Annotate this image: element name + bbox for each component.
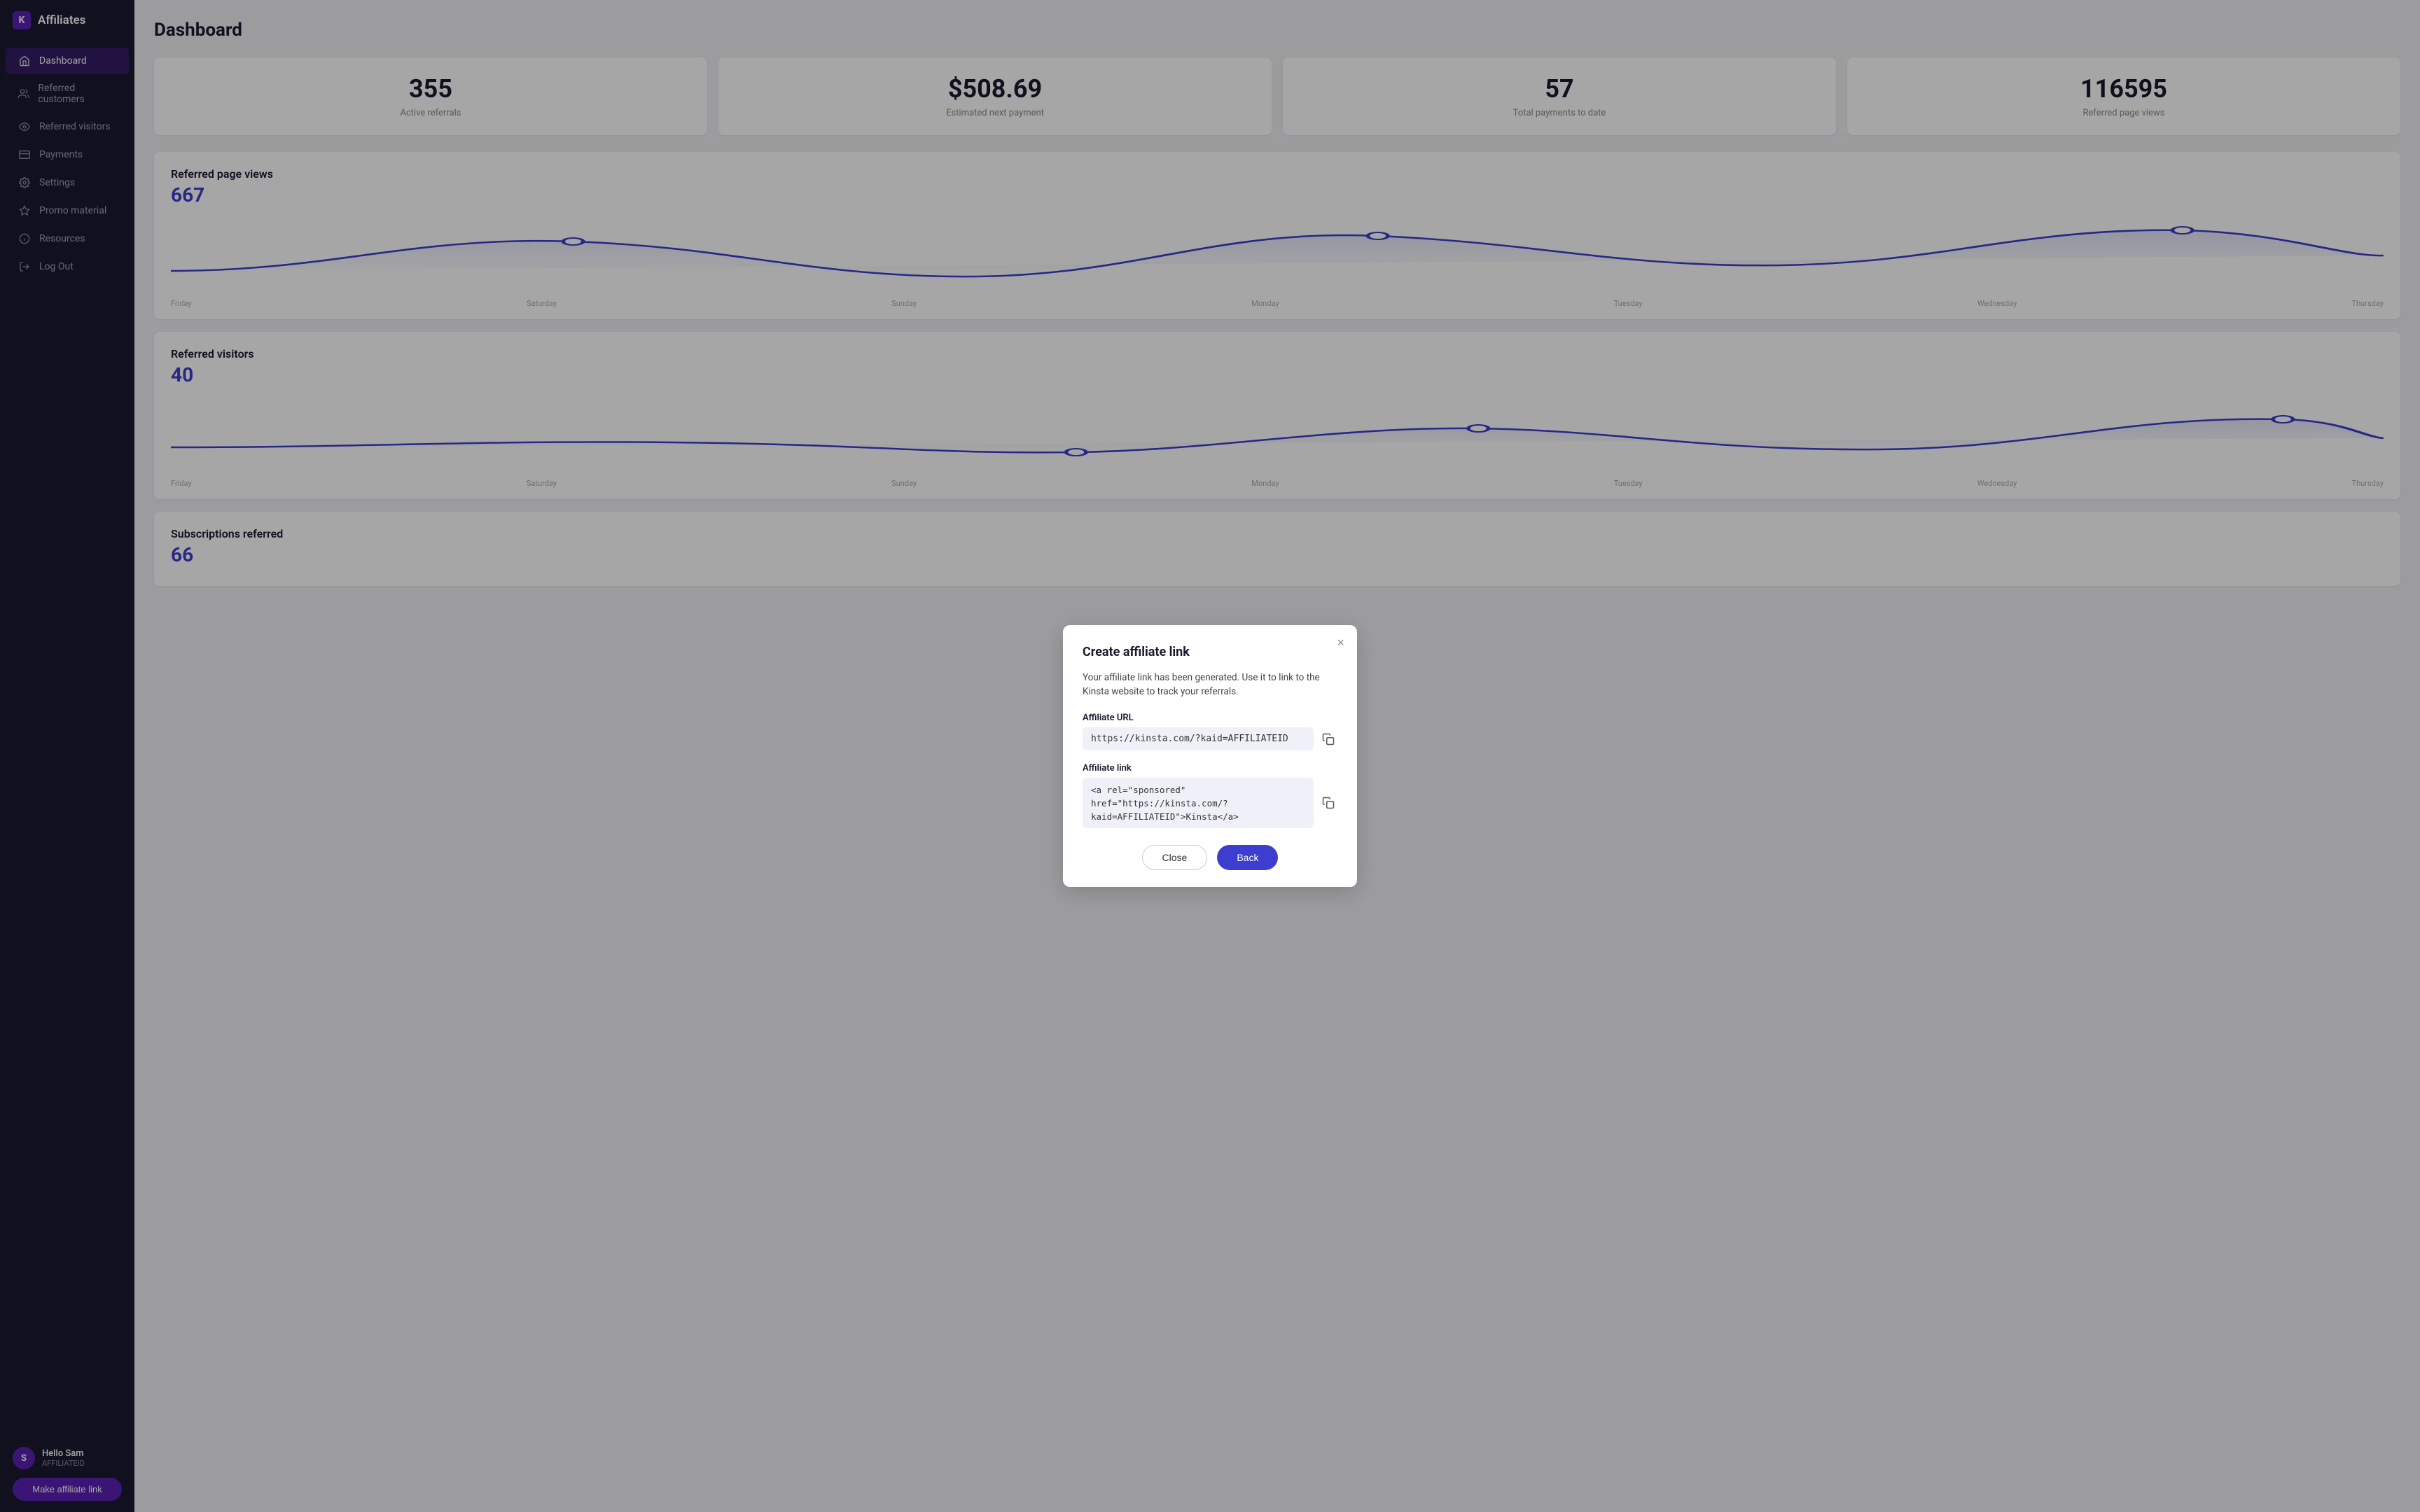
modal-overlay: Create affiliate link × Your affiliate l… xyxy=(0,0,2420,1512)
affiliate-link-field: Affiliate link xyxy=(1083,763,1337,828)
affiliate-link-textarea[interactable] xyxy=(1083,778,1314,828)
close-button[interactable]: Close xyxy=(1142,845,1208,870)
modal: Create affiliate link × Your affiliate l… xyxy=(1063,625,1357,888)
affiliate-link-label: Affiliate link xyxy=(1083,763,1337,774)
modal-close-button[interactable]: × xyxy=(1337,636,1344,649)
modal-description: Your affiliate link has been generated. … xyxy=(1083,671,1337,699)
affiliate-url-label: Affiliate URL xyxy=(1083,713,1337,723)
modal-actions: Close Back xyxy=(1083,845,1337,870)
affiliate-url-input[interactable] xyxy=(1083,727,1314,750)
copy-url-button[interactable] xyxy=(1319,730,1337,748)
affiliate-url-field: Affiliate URL xyxy=(1083,713,1337,750)
modal-title: Create affiliate link xyxy=(1083,645,1337,659)
copy-link-button[interactable] xyxy=(1319,794,1337,812)
back-button[interactable]: Back xyxy=(1217,845,1278,870)
